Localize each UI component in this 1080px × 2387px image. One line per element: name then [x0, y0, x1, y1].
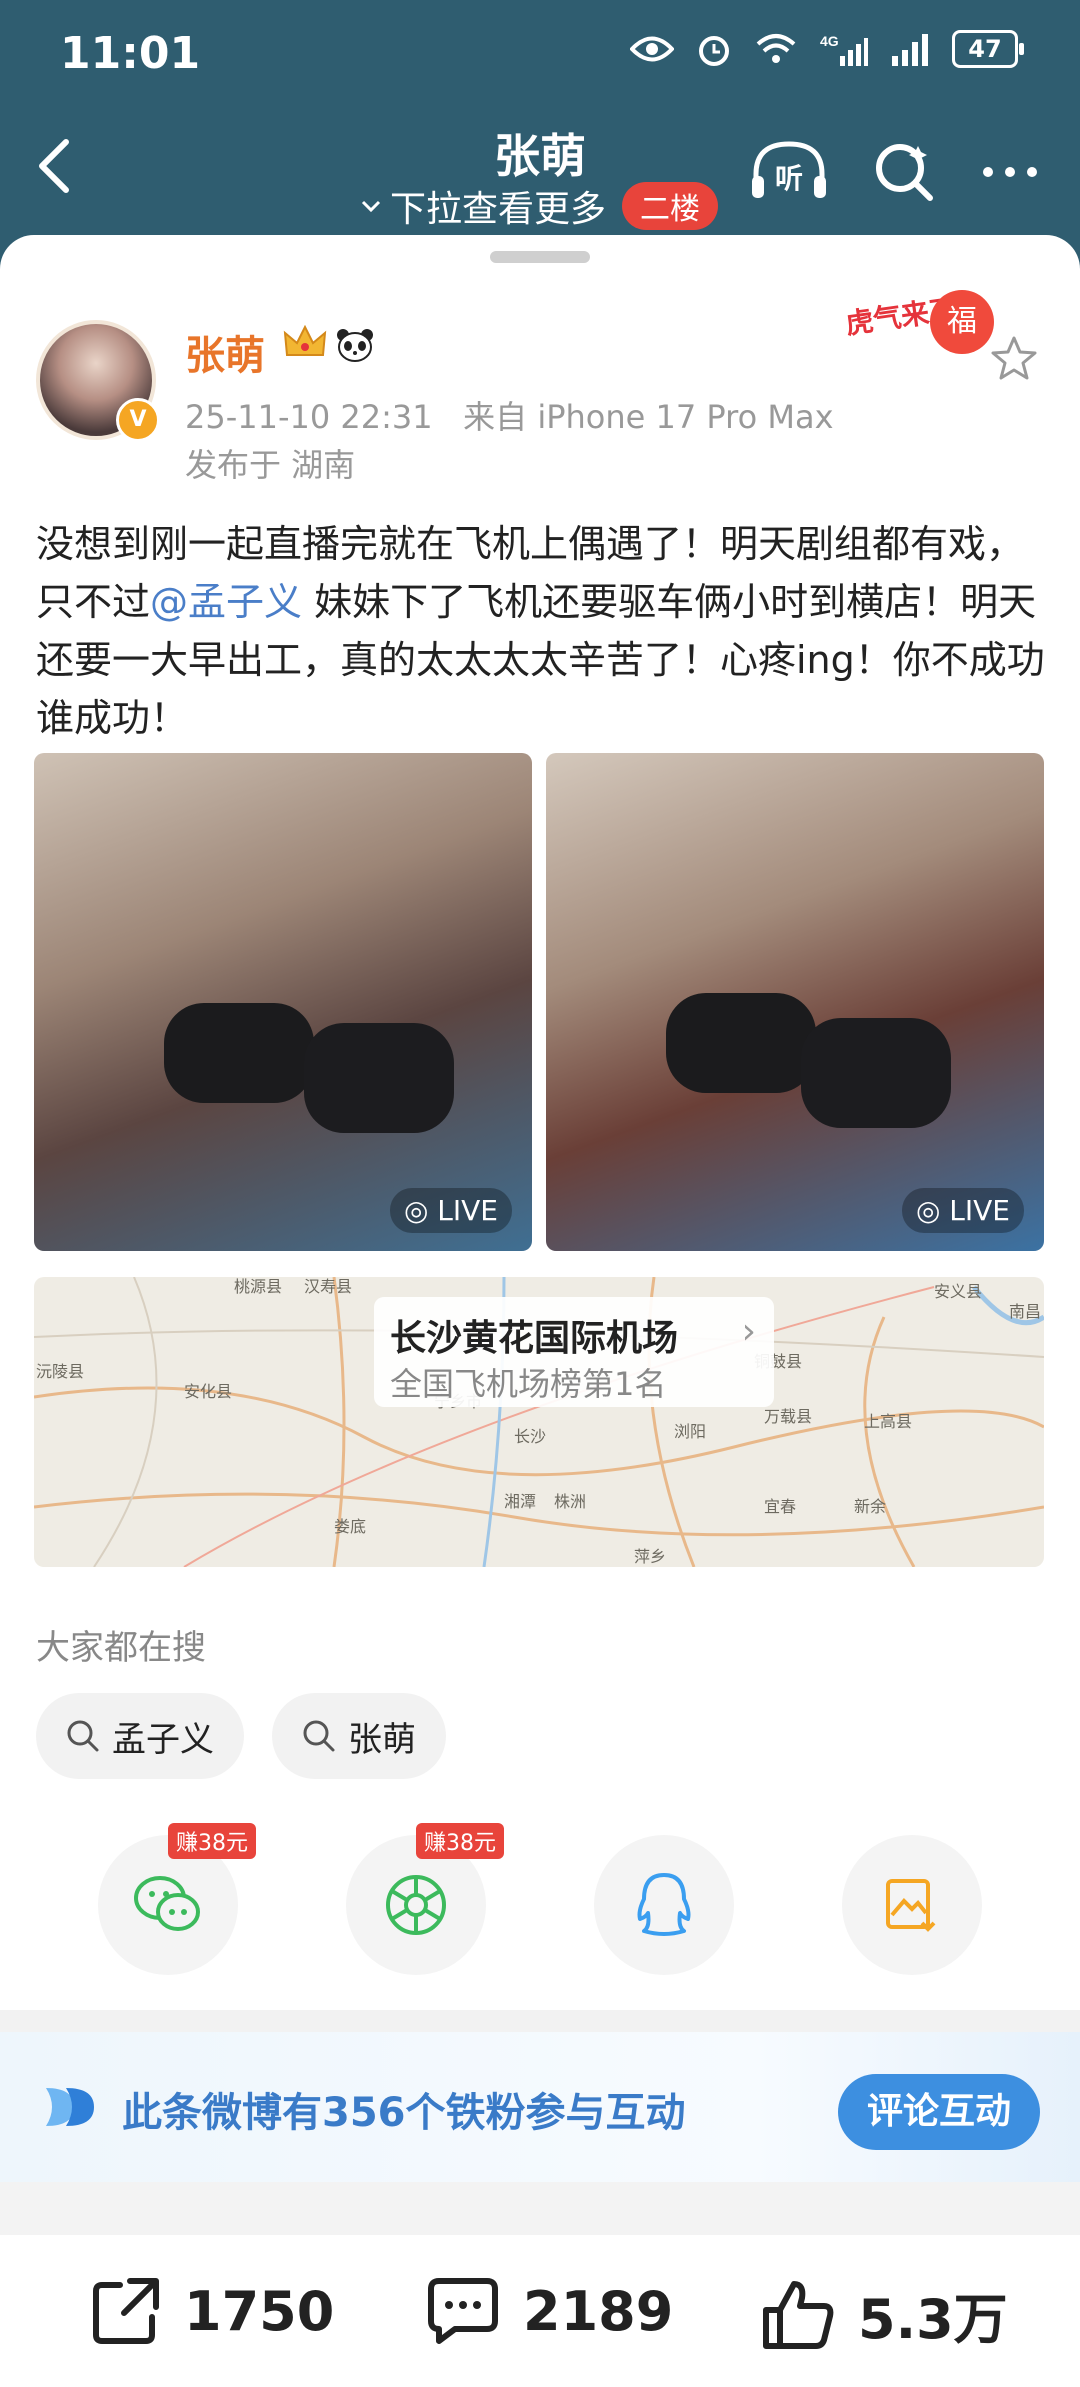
verified-badge: V [116, 398, 160, 442]
post-source: 来自 iPhone 17 Pro Max [463, 398, 834, 436]
map-label: 万载县 [764, 1407, 812, 1426]
map-label: 桃源县 [234, 1277, 282, 1296]
nav-actions: 听 [750, 140, 1040, 204]
place-card[interactable]: 长沙黄花国际机场 全国飞机场榜第1名 › [374, 1297, 774, 1407]
signal-icon [892, 34, 928, 66]
earn-badge: 赚38元 [416, 1823, 504, 1859]
map-label: 南昌 [1009, 1302, 1041, 1321]
map-label: 浏阳 [674, 1422, 706, 1441]
repost-icon [93, 2278, 159, 2344]
map-label: 宜春 [764, 1497, 796, 1516]
post-image-2[interactable]: ◎ LIVE [546, 753, 1044, 1251]
comment-count: 2189 [523, 2279, 674, 2343]
like-button[interactable]: 5.3万 [760, 2275, 1008, 2354]
live-label: LIVE [437, 1194, 498, 1227]
map-label: 沅陵县 [36, 1362, 84, 1381]
status-icons: 4G 47 [630, 30, 1024, 68]
comment-interact-button[interactable]: 评论互动 [838, 2074, 1040, 2150]
map-label: 汉寿县 [304, 1277, 352, 1296]
chevron-right-icon: › [741, 1311, 756, 1352]
search-chip-1[interactable]: 孟子义 [36, 1693, 244, 1779]
post-location: 发布于 湖南 [185, 446, 356, 484]
fans-interaction-banner[interactable]: 此条微博有356个铁粉参与互动 评论互动 [0, 2032, 1080, 2182]
save-image-button[interactable] [842, 1835, 982, 1975]
pull-down-more[interactable]: 下拉查看更多 二楼 [360, 180, 719, 232]
username[interactable]: 张萌 [185, 323, 265, 381]
map-label: 长沙 [514, 1427, 546, 1446]
search-icon [303, 1720, 335, 1752]
comment-icon [428, 2278, 498, 2344]
image-detail [304, 1023, 454, 1133]
map-label: 株洲 [554, 1492, 586, 1511]
comment-button[interactable]: 2189 [425, 2275, 673, 2347]
status-bar: 11:01 4G 47 [0, 0, 1080, 110]
map-label: 新余 [854, 1497, 886, 1516]
svg-text:4G: 4G [820, 33, 839, 49]
post-date: 25-11-10 22:31 [185, 398, 433, 436]
star-icon[interactable] [990, 335, 1038, 381]
live-photo-badge: ◎ LIVE [389, 1188, 512, 1233]
image-detail [164, 1003, 314, 1103]
map-label: 萍乡 [634, 1547, 666, 1566]
search-icon [67, 1720, 99, 1752]
chevron-down-icon [361, 200, 381, 213]
image-detail [801, 1018, 951, 1128]
alarm-icon [699, 36, 729, 66]
like-icon [763, 2280, 834, 2349]
map-label: 娄底 [334, 1517, 366, 1536]
share-qq-button[interactable] [594, 1835, 734, 1975]
pull-down-label: 下拉查看更多 [390, 189, 607, 230]
post-image-1[interactable]: ◎ LIVE [34, 753, 532, 1251]
fans-icon [46, 2088, 94, 2126]
like-count: 5.3万 [858, 2288, 1008, 2351]
fans-interaction-text: 此条微博有356个铁粉参与互动 [122, 2090, 686, 2136]
repost-count: 1750 [184, 2279, 335, 2343]
place-name: 长沙黄花国际机场 [390, 1318, 679, 1359]
post-card: V 张萌 25-11-10 22:31 来自 iPhone 17 Pro Max… [0, 235, 1080, 2010]
battery-indicator: 47 [952, 30, 1024, 68]
map-label: 湘潭 [504, 1492, 536, 1511]
search-icon[interactable] [872, 140, 936, 204]
trending-search-heading: 大家都在搜 [36, 1628, 206, 1668]
panda-icon [337, 329, 373, 362]
save-image-icon [886, 1879, 936, 1932]
listen-icon[interactable]: 听 [750, 140, 828, 204]
moments-icon [386, 1875, 446, 1935]
top-navigation: 张萌 下拉查看更多 二楼 听 [0, 110, 1080, 240]
image-detail [666, 993, 816, 1093]
live-label: LIVE [949, 1194, 1010, 1227]
map-label: 上高县 [864, 1412, 912, 1431]
wifi-icon [756, 34, 796, 63]
second-floor-badge[interactable]: 二楼 [622, 182, 719, 230]
map-label: 安化县 [184, 1382, 232, 1401]
share-moments-button[interactable]: 赚38元 [346, 1823, 504, 1975]
place-ranking: 全国飞机场榜第1名 [390, 1365, 667, 1403]
location-map[interactable]: 长沙 湘潭 株洲 安化县 萍乡 宜春 新余 娄底 浏阳 上高县 铜鼓县 万载县 … [34, 1277, 1044, 1567]
search-chip-label: 孟子义 [112, 1719, 214, 1760]
status-time: 11:01 [60, 28, 201, 79]
post-text: 没想到刚一起直播完就在飞机上偶遇了！明天剧组都有戏，只不过@孟子义 妹妹下了飞机… [36, 515, 1046, 747]
section-divider [0, 2010, 1080, 2032]
signal-4g-icon: 4G [820, 33, 868, 66]
qq-icon [637, 1873, 691, 1936]
svg-text:听: 听 [775, 162, 803, 195]
crown-icon [283, 325, 327, 356]
tiger-paw-icon[interactable]: 福 [930, 290, 994, 354]
eye-icon [630, 36, 674, 62]
post-meta: 25-11-10 22:31 来自 iPhone 17 Pro Max [185, 392, 834, 438]
repost-button[interactable]: 1750 [90, 2275, 334, 2347]
drag-handle[interactable] [490, 251, 590, 263]
wechat-icon [134, 1876, 200, 1931]
earn-badge: 赚38元 [168, 1823, 256, 1859]
more-icon[interactable] [980, 164, 1040, 180]
search-chip-label: 张萌 [348, 1719, 416, 1760]
live-photo-badge: ◎ LIVE [901, 1188, 1024, 1233]
search-chip-2[interactable]: 张萌 [272, 1693, 446, 1779]
action-bar: 1750 2189 5.3万 [0, 2235, 1080, 2387]
share-wechat-button[interactable]: 赚38元 [98, 1823, 256, 1975]
mention-link[interactable]: @孟子义 [150, 580, 302, 624]
map-label: 安义县 [934, 1282, 982, 1301]
